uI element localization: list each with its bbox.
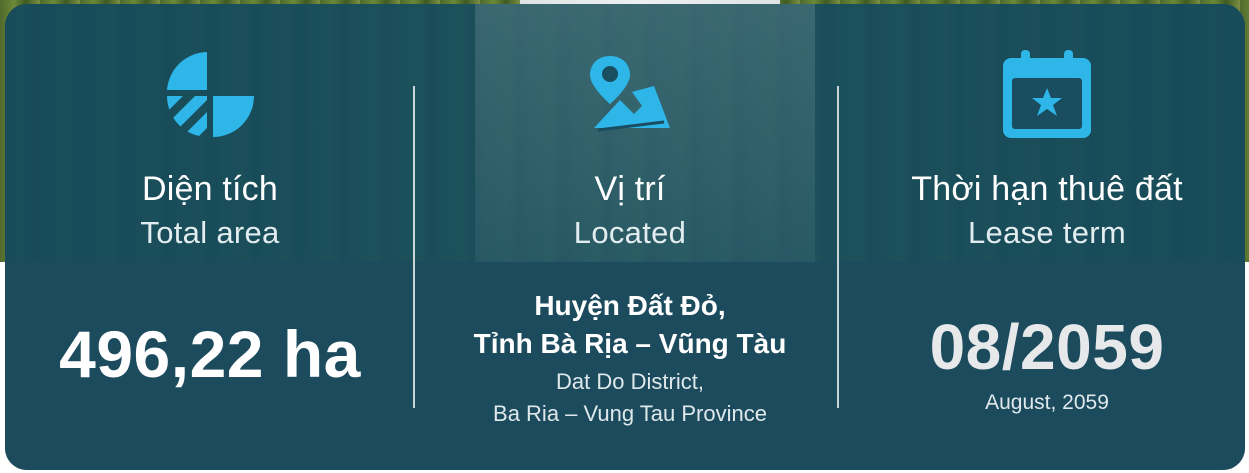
area-label-en: Total area (140, 215, 280, 250)
location-sub1: Dat Do District, (556, 369, 704, 394)
lease-column: Thời hạn thuê đất Lease term 08/2059 Aug… (849, 4, 1245, 470)
location-line1: Huyện Đất Đỏ, (534, 290, 726, 321)
area-column: Diện tích Total area 496,22 ha (5, 4, 415, 470)
location-label-vi: Vị trí (594, 170, 666, 208)
area-value: 496,22 ha (59, 317, 361, 391)
lease-label-vi: Thời hạn thuê đất (911, 170, 1183, 208)
location-label-en: Located (573, 215, 687, 250)
calendar-star-icon (1003, 50, 1091, 138)
divider-right (837, 86, 839, 408)
lease-sub: August, 2059 (985, 391, 1109, 414)
lease-label-en: Lease term (967, 215, 1127, 250)
location-sub2: Ba Ria – Vung Tau Province (493, 401, 767, 426)
location-column: Vị trí Located Huyện Đất Đỏ, Tỉnh Bà Rịa… (425, 4, 835, 470)
map-pin-icon (590, 56, 670, 132)
area-label-vi: Diện tích (142, 170, 278, 208)
lease-value: 08/2059 (929, 311, 1165, 383)
pie-chart-icon (167, 52, 254, 137)
location-line2: Tỉnh Bà Rịa – Vũng Tàu (473, 328, 787, 359)
info-card: Diện tích Total area 496,22 ha Vị trí Lo… (5, 4, 1245, 470)
